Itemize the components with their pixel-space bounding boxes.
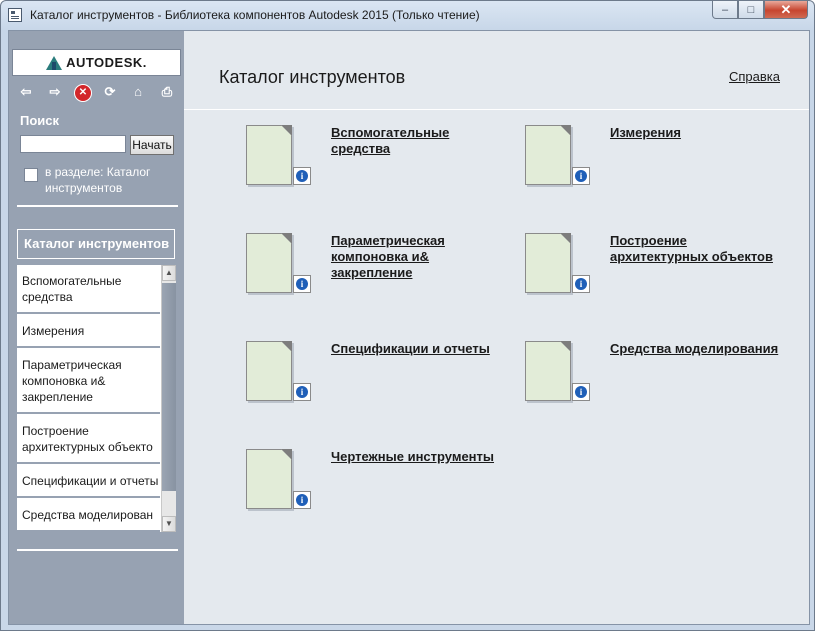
tile-link[interactable]: Построение архитектурных объектов bbox=[610, 233, 780, 265]
scroll-down-arrow-icon[interactable]: ▼ bbox=[162, 516, 176, 532]
app-icon bbox=[8, 8, 22, 22]
document-icon[interactable] bbox=[525, 125, 571, 185]
scroll-up-arrow-icon[interactable]: ▲ bbox=[162, 265, 176, 281]
document-icon[interactable] bbox=[246, 341, 292, 401]
close-button[interactable]: ✕ bbox=[764, 1, 808, 19]
search-label: Поиск bbox=[20, 113, 60, 128]
print-icon[interactable]: ⎙ bbox=[158, 83, 176, 101]
info-icon[interactable]: i bbox=[572, 275, 590, 293]
divider bbox=[17, 205, 178, 207]
forward-arrow-icon[interactable]: ⇨ bbox=[46, 83, 64, 101]
catalog-tile: i Параметрическая компоновка и& закрепле… bbox=[246, 233, 516, 313]
stop-icon[interactable]: ✕ bbox=[74, 84, 92, 102]
list-separator bbox=[17, 496, 160, 498]
help-link[interactable]: Справка bbox=[729, 69, 780, 84]
category-list: Вспомогательные средства Измерения Парам… bbox=[17, 265, 176, 532]
window-title: Каталог инструментов - Библиотека компон… bbox=[30, 8, 480, 22]
info-icon[interactable]: i bbox=[293, 491, 311, 509]
info-icon[interactable]: i bbox=[572, 383, 590, 401]
back-arrow-icon[interactable]: ⇦ bbox=[17, 83, 35, 101]
list-item[interactable]: Вспомогательные средства bbox=[17, 273, 160, 305]
window-controls: – □ ✕ bbox=[712, 1, 808, 21]
info-icon[interactable]: i bbox=[293, 167, 311, 185]
in-section-label: в разделе: Каталог инструментов bbox=[45, 165, 151, 195]
app-window: Каталог инструментов - Библиотека компон… bbox=[0, 0, 815, 631]
nav-toolbar: ⇦ ⇨ ✕ ⟳ ⌂ ⎙ bbox=[9, 81, 184, 103]
client-area: AUTODESK. ⇦ ⇨ ✕ ⟳ ⌂ ⎙ Поиск Начать в раз… bbox=[8, 30, 810, 625]
in-section-checkbox[interactable] bbox=[24, 168, 38, 182]
list-scrollbar[interactable]: ▲ ▼ bbox=[161, 265, 176, 532]
list-item[interactable]: Построение архитектурных объекто bbox=[17, 423, 160, 455]
home-icon[interactable]: ⌂ bbox=[129, 83, 147, 101]
autodesk-logo: AUTODESK. bbox=[12, 49, 181, 76]
list-separator bbox=[17, 462, 160, 464]
list-item[interactable]: Средства моделирован bbox=[17, 507, 160, 523]
tile-link[interactable]: Средства моделирования bbox=[610, 341, 780, 357]
document-icon[interactable] bbox=[246, 233, 292, 293]
catalog-tile: i Измерения bbox=[525, 125, 795, 205]
catalog-tile: i Чертежные инструменты bbox=[246, 449, 516, 529]
info-icon[interactable]: i bbox=[293, 275, 311, 293]
list-item[interactable]: Спецификации и отчеты bbox=[17, 473, 160, 489]
list-separator bbox=[17, 412, 160, 414]
catalog-tile: i Спецификации и отчеты bbox=[246, 341, 516, 421]
info-icon[interactable]: i bbox=[293, 383, 311, 401]
document-icon[interactable] bbox=[246, 125, 292, 185]
list-separator bbox=[17, 312, 160, 314]
search-start-button[interactable]: Начать bbox=[130, 135, 174, 155]
tile-link[interactable]: Спецификации и отчеты bbox=[331, 341, 501, 357]
page-title: Каталог инструментов bbox=[219, 67, 406, 87]
title-bar[interactable]: Каталог инструментов - Библиотека компон… bbox=[1, 1, 814, 31]
catalog-tile: i Построение архитектурных объектов bbox=[525, 233, 795, 313]
catalog-tile: i Средства моделирования bbox=[525, 341, 795, 421]
category-header[interactable]: Каталог инструментов bbox=[17, 229, 175, 259]
info-icon[interactable]: i bbox=[572, 167, 590, 185]
list-item[interactable]: Параметрическая компоновка и& закреплени… bbox=[17, 357, 160, 405]
list-separator bbox=[17, 530, 160, 532]
main-content: Каталог инструментов Справка i Вспомогат… bbox=[184, 31, 809, 624]
search-input[interactable] bbox=[20, 135, 126, 153]
tile-link[interactable]: Чертежные инструменты bbox=[331, 449, 501, 465]
catalog-tile: i Вспомогательные средства bbox=[246, 125, 516, 205]
autodesk-logo-icon bbox=[46, 55, 63, 70]
logo-text: AUTODESK. bbox=[66, 55, 147, 70]
tile-link[interactable]: Вспомогательные средства bbox=[331, 125, 501, 157]
tile-link[interactable]: Параметрическая компоновка и& закреплени… bbox=[331, 233, 501, 281]
divider bbox=[17, 549, 178, 551]
document-icon[interactable] bbox=[525, 233, 571, 293]
list-separator bbox=[17, 346, 160, 348]
list-item[interactable]: Измерения bbox=[17, 323, 160, 339]
scroll-thumb[interactable] bbox=[162, 283, 176, 491]
minimize-button[interactable]: – bbox=[712, 1, 738, 19]
sidebar: AUTODESK. ⇦ ⇨ ✕ ⟳ ⌂ ⎙ Поиск Начать в раз… bbox=[9, 31, 184, 624]
maximize-button[interactable]: □ bbox=[738, 1, 764, 19]
document-icon[interactable] bbox=[525, 341, 571, 401]
refresh-icon[interactable]: ⟳ bbox=[101, 83, 119, 101]
tile-link[interactable]: Измерения bbox=[610, 125, 780, 141]
document-icon[interactable] bbox=[246, 449, 292, 509]
